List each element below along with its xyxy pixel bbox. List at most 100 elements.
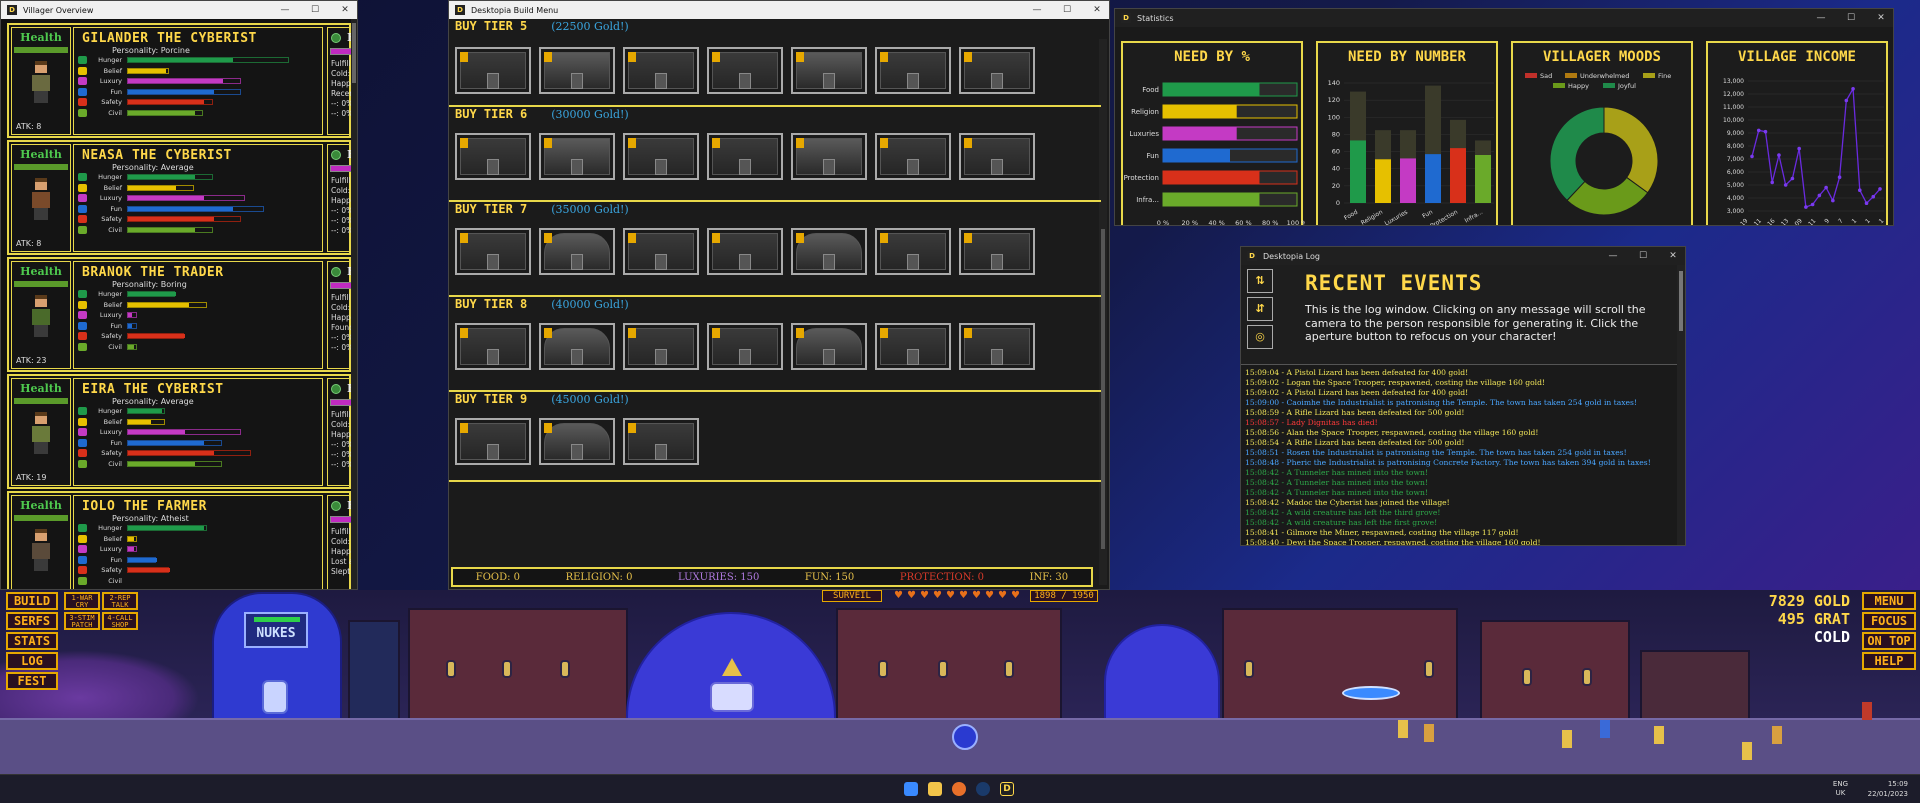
building-option[interactable] <box>959 133 1035 180</box>
building-option[interactable] <box>791 47 867 94</box>
war-cry-button[interactable]: 1-WAR CRY <box>64 592 100 610</box>
building-option[interactable] <box>959 228 1035 275</box>
building-option[interactable] <box>875 47 951 94</box>
lab-building[interactable] <box>348 620 400 720</box>
language-indicator[interactable]: ENG UK <box>1833 780 1848 798</box>
log-scrollbar[interactable] <box>1677 265 1685 545</box>
log-entry[interactable]: 15:08:42 - A Tunneler has mined into the… <box>1245 488 1675 498</box>
firefox-icon[interactable] <box>952 782 966 796</box>
log-entry[interactable]: 15:08:42 - A wild creature has left the … <box>1245 518 1675 528</box>
building-option[interactable] <box>455 47 531 94</box>
rep-talk-button[interactable]: 2-REP TALK <box>102 592 138 610</box>
villager-card[interactable]: Health ATK: 8 GILANDER THE CYBERIST Persona… <box>7 23 357 138</box>
villager-card[interactable]: Health ATK: 23 BRANOK THE TRADER Personalit… <box>7 257 357 372</box>
steam-icon[interactable] <box>976 782 990 796</box>
brick-building-5[interactable] <box>1640 650 1750 720</box>
close-button[interactable]: ✕ <box>1869 13 1893 23</box>
log-entry[interactable]: 15:08:54 - A Rifle Lizard has been defea… <box>1245 438 1675 448</box>
minimize-button[interactable]: — <box>1601 251 1625 261</box>
log-entry[interactable]: 15:08:40 - Dewi the Space Trooper, respa… <box>1245 538 1675 545</box>
building-option[interactable] <box>623 323 699 370</box>
log-entry[interactable]: 15:08:48 - Pheric the Industrialist is p… <box>1245 458 1675 468</box>
help-button[interactable]: HELP <box>1862 652 1916 670</box>
log-entry[interactable]: 15:08:42 - A wild creature has left the … <box>1245 508 1675 518</box>
log-entry[interactable]: 15:08:41 - Gilmore the Miner, respawned,… <box>1245 528 1675 538</box>
surveil-button[interactable]: SURVEIL <box>822 590 882 602</box>
file-explorer-icon[interactable] <box>928 782 942 796</box>
aperture-icon[interactable]: ◎ <box>1247 325 1273 349</box>
statistics-titlebar[interactable]: D Statistics — ☐ ✕ <box>1115 9 1893 27</box>
stim-patch-button[interactable]: 3-STIM PATCH <box>64 612 100 630</box>
building-option[interactable] <box>539 47 615 94</box>
brick-building-2[interactable] <box>836 608 1062 720</box>
brick-building-1[interactable] <box>408 608 628 720</box>
close-button[interactable]: ✕ <box>333 5 357 15</box>
log-button[interactable]: LOG <box>6 652 58 670</box>
villager-list-scrollbar[interactable] <box>351 19 357 589</box>
brick-building-3[interactable] <box>1222 608 1458 720</box>
player-character[interactable] <box>952 724 978 750</box>
building-option[interactable] <box>707 133 783 180</box>
building-option[interactable] <box>875 323 951 370</box>
minimize-button[interactable]: — <box>273 5 297 15</box>
brick-building-4[interactable] <box>1480 620 1630 720</box>
scroll-bottom-icon[interactable]: ⇵ <box>1247 297 1273 321</box>
building-option[interactable] <box>539 323 615 370</box>
villager-sprite[interactable] <box>1562 730 1572 748</box>
clock[interactable]: 15:09 22/01/2023 <box>1868 779 1908 799</box>
focus-button[interactable]: FOCUS <box>1862 612 1916 630</box>
fest-button[interactable]: FEST <box>6 672 58 690</box>
building-option[interactable] <box>623 47 699 94</box>
building-option[interactable] <box>707 228 783 275</box>
scroll-top-icon[interactable]: ⇅ <box>1247 269 1273 293</box>
statistics-window[interactable]: D Statistics — ☐ ✕ NEED BY % Food Religio… <box>1114 8 1894 226</box>
close-button[interactable]: ✕ <box>1661 251 1685 261</box>
log-window[interactable]: D Desktopia Log — ☐ ✕ ⇅ ⇵ ◎ RECENT EVENT… <box>1240 246 1686 546</box>
villager-sprite[interactable] <box>1424 724 1434 742</box>
building-option[interactable] <box>623 133 699 180</box>
scrollbar-thumb[interactable] <box>352 23 356 83</box>
villager-sprite[interactable] <box>1398 720 1408 738</box>
building-option[interactable] <box>539 228 615 275</box>
maximize-button[interactable]: ☐ <box>1839 13 1863 23</box>
building-option[interactable] <box>791 228 867 275</box>
on-top-button[interactable]: ON TOP <box>1862 632 1916 650</box>
scrollbar-thumb[interactable] <box>1101 229 1105 549</box>
log-entry[interactable]: 15:08:42 - Madoc the Cyberist has joined… <box>1245 498 1675 508</box>
building-option[interactable] <box>875 228 951 275</box>
villager-card[interactable]: Health IOLO THE FARMER Personality: Atheis… <box>7 491 357 589</box>
villager-card[interactable]: Health ATK: 8 NEASA THE CYBERIST Personalit… <box>7 140 357 255</box>
minimize-button[interactable]: — <box>1809 13 1833 23</box>
building-option[interactable] <box>791 133 867 180</box>
villager-sprite[interactable] <box>1654 726 1664 744</box>
building-option[interactable] <box>875 133 951 180</box>
log-titlebar[interactable]: D Desktopia Log — ☐ ✕ <box>1241 247 1685 265</box>
building-option[interactable] <box>959 47 1035 94</box>
building-option[interactable] <box>959 323 1035 370</box>
villager-overview-window[interactable]: D Villager Overview — ☐ ✕ Health ATK: 8 GI… <box>0 0 358 590</box>
build-button[interactable]: BUILD <box>6 592 58 610</box>
maximize-button[interactable]: ☐ <box>303 5 327 15</box>
building-option[interactable] <box>455 418 531 465</box>
building-option[interactable] <box>455 133 531 180</box>
serfs-button[interactable]: SERFS <box>6 612 58 630</box>
log-entry[interactable]: 15:08:57 - Lady Dignitas has died! <box>1245 418 1675 428</box>
log-entry[interactable]: 15:08:56 - Alan the Space Trooper, respa… <box>1245 428 1675 438</box>
villager-list[interactable]: Health ATK: 8 GILANDER THE CYBERIST Persona… <box>1 19 357 589</box>
log-entry[interactable]: 15:08:59 - A Rifle Lizard has been defea… <box>1245 408 1675 418</box>
start-icon[interactable] <box>904 782 918 796</box>
log-entry[interactable]: 15:09:00 - Caoimhe the Industrialist is … <box>1245 398 1675 408</box>
nuke-silo-building[interactable]: NUKES <box>212 592 342 720</box>
build-menu-window[interactable]: D Desktopia Build Menu — ☐ ✕ FOOD: 0 RELI… <box>448 0 1110 590</box>
call-shop-button[interactable]: 4-CALL SHOP <box>102 612 138 630</box>
villager-sprite[interactable] <box>1600 720 1610 738</box>
building-option[interactable] <box>791 323 867 370</box>
villager-overview-titlebar[interactable]: D Villager Overview — ☐ ✕ <box>1 1 357 19</box>
log-entry[interactable]: 15:08:42 - A Tunneler has mined into the… <box>1245 478 1675 488</box>
building-option[interactable] <box>707 47 783 94</box>
enemy-sprite[interactable] <box>1862 702 1872 720</box>
log-entry[interactable]: 15:08:42 - A Tunneler has mined into the… <box>1245 468 1675 478</box>
maximize-button[interactable]: ☐ <box>1631 251 1655 261</box>
log-entries[interactable]: 15:09:04 - A Pistol Lizard has been defe… <box>1245 368 1675 545</box>
villager-sprite[interactable] <box>1742 742 1752 760</box>
